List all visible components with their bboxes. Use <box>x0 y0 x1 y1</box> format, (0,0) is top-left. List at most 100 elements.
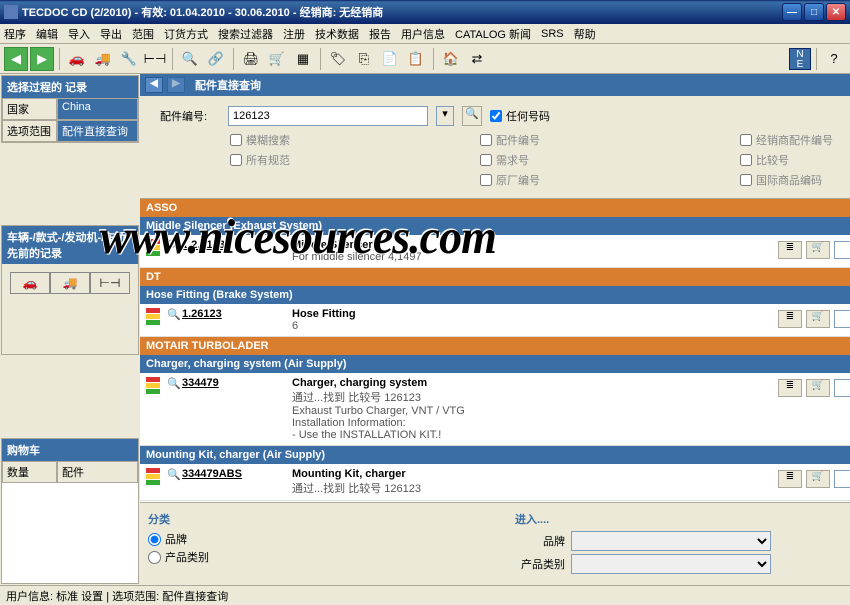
addcart-button[interactable]: 🛒 <box>806 310 830 328</box>
selection-panel-header: 选择过程的 记录 <box>2 76 138 98</box>
menu-item[interactable]: 订货方式 <box>164 26 208 42</box>
menu-item[interactable]: 编辑 <box>36 26 58 42</box>
content-header: ◀ ▶ 配件直接查询 <box>140 74 850 96</box>
menu-item[interactable]: 导入 <box>68 26 90 42</box>
grid-icon[interactable]: ▦ <box>291 47 315 71</box>
qty-input[interactable] <box>834 379 850 397</box>
forward-button[interactable]: ▶ <box>30 47 54 71</box>
brand-header: ASSO <box>140 199 850 217</box>
help-icon[interactable]: ? <box>822 47 846 71</box>
menu-item[interactable]: 范围 <box>132 26 154 42</box>
axle-small-icon[interactable]: ⊢⊣ <box>90 272 130 294</box>
qty-input[interactable] <box>834 310 850 328</box>
qty-input[interactable] <box>834 241 850 259</box>
menu-item[interactable]: 用户信息 <box>401 26 445 42</box>
copy-icon[interactable]: ⎘ <box>352 47 376 71</box>
partno-link[interactable]: 1.26123 <box>182 308 292 320</box>
list-button[interactable]: ≣ <box>778 310 802 328</box>
app-icon <box>4 5 18 19</box>
menu-item[interactable]: 注册 <box>283 26 305 42</box>
addcart-button[interactable]: 🛒 <box>806 379 830 397</box>
partno-link[interactable]: 334479 <box>182 377 292 389</box>
partno-input[interactable] <box>228 106 428 126</box>
close-button[interactable]: ✕ <box>826 3 846 21</box>
brand-radio[interactable]: 品牌 <box>148 531 515 547</box>
truck-icon[interactable]: 🚚 <box>91 47 115 71</box>
car-icon[interactable]: 🚗 <box>65 47 89 71</box>
cart-icon[interactable]: 🛒 <box>265 47 289 71</box>
range-label: 选项范围 <box>2 120 57 142</box>
minimize-button[interactable]: — <box>782 3 802 21</box>
menubar: 程序 编辑 导入 导出 范围 订货方式 搜索过滤器 注册 技术数据 报告 用户信… <box>0 24 850 44</box>
paste-icon[interactable]: 📋 <box>404 47 428 71</box>
menu-item[interactable]: 帮助 <box>574 26 596 42</box>
menu-item[interactable]: 导出 <box>100 26 122 42</box>
car-small-icon[interactable]: 🚗 <box>10 272 50 294</box>
link-icon[interactable]: 🔗 <box>204 47 228 71</box>
addcart-button[interactable]: 🛒 <box>806 241 830 259</box>
menu-item[interactable]: 报告 <box>369 26 391 42</box>
any-number-checkbox[interactable]: 任何号码 <box>490 108 550 124</box>
menu-item[interactable]: 搜索过滤器 <box>218 26 273 42</box>
range-value[interactable]: 配件直接查询 <box>57 120 138 142</box>
menu-item[interactable]: 程序 <box>4 26 26 42</box>
category-group-label: 分类 <box>148 511 515 527</box>
tag-icon[interactable]: 🏷 <box>326 47 350 71</box>
truck-small-icon[interactable]: 🚚 <box>50 272 90 294</box>
menu-item[interactable]: 技术数据 <box>315 26 359 42</box>
news-icon[interactable]: NE <box>789 48 811 70</box>
sidebar: 选择过程的 记录 国家 China 选项范围 配件直接查询 车辆-/款式-/发动… <box>0 74 140 585</box>
category-header: Middle Silencer (Exhaust System) <box>140 217 850 235</box>
zoom-icon[interactable]: 🔍 <box>166 308 182 321</box>
prodtype-select[interactable] <box>571 554 771 574</box>
demand-checkbox[interactable]: 需求号 <box>480 152 600 168</box>
prodtype-radio[interactable]: 产品类别 <box>148 549 515 565</box>
brand-select[interactable] <box>571 531 771 551</box>
back-small-button[interactable]: ◀ <box>145 77 163 93</box>
swap-icon[interactable]: ⇄ <box>465 47 489 71</box>
partno-label: 配件编号: <box>160 108 220 124</box>
result-row: 🔍 334479 Charger, charging system 通过...找… <box>140 373 850 446</box>
zoom-icon[interactable]: 🔍 <box>166 239 182 252</box>
home-icon[interactable]: 🏠 <box>439 47 463 71</box>
qty-input[interactable] <box>834 470 850 488</box>
titlebar: TECDOC CD (2/2010) - 有效: 01.04.2010 - 30… <box>0 0 850 24</box>
result-row: 🔍 1.26123 Hose Fitting6 ≣🛒 <box>140 304 850 337</box>
brand-combo-label: 品牌 <box>515 533 565 549</box>
zoom-icon[interactable]: 🔍 <box>166 377 182 390</box>
axle-icon[interactable]: ⊢⊣ <box>143 47 167 71</box>
result-row: 🔍 1.2.6123 Middle SilencerFor middle sil… <box>140 235 850 268</box>
ean-checkbox[interactable]: 国际商品编码 <box>740 172 850 188</box>
fwd-small-button[interactable]: ▶ <box>167 77 185 93</box>
oem-checkbox[interactable]: 原厂编号 <box>480 172 600 188</box>
list-button[interactable]: ≣ <box>778 241 802 259</box>
partno-link[interactable]: 334479ABS <box>182 468 292 480</box>
country-label: 国家 <box>2 98 57 120</box>
print-icon[interactable]: 🖨 <box>239 47 263 71</box>
search-area: 配件编号: ▾ 🔍 任何号码 模糊搜索 配件编号 经销商配件编号 所有规范 需求… <box>140 96 850 199</box>
allspec-checkbox[interactable]: 所有规范 <box>230 152 340 168</box>
doc-icon[interactable]: 📄 <box>378 47 402 71</box>
list-button[interactable]: ≣ <box>778 379 802 397</box>
search-button[interactable]: 🔍 <box>462 106 482 126</box>
content: ◀ ▶ 配件直接查询 配件编号: ▾ 🔍 任何号码 模糊搜索 配件编号 经销商配… <box>140 74 850 585</box>
back-button[interactable]: ◀ <box>4 47 28 71</box>
partno-link[interactable]: 1.2.6123 <box>182 239 292 251</box>
maximize-button[interactable]: □ <box>804 3 824 21</box>
menu-item[interactable]: CATALOG 新闻 <box>455 26 531 42</box>
addcart-button[interactable]: 🛒 <box>806 470 830 488</box>
zoom-icon[interactable]: 🔍 <box>178 47 202 71</box>
dealer-partno-checkbox[interactable]: 经销商配件编号 <box>740 132 850 148</box>
category-header: Charger, charging system (Air Supply) <box>140 355 850 373</box>
tool-icon[interactable]: 🔧 <box>117 47 141 71</box>
brand-header: DT <box>140 268 850 286</box>
compare-checkbox[interactable]: 比较号 <box>740 152 850 168</box>
partno-filter-checkbox[interactable]: 配件编号 <box>480 132 600 148</box>
dropdown-button[interactable]: ▾ <box>436 106 454 126</box>
list-button[interactable]: ≣ <box>778 470 802 488</box>
category-header: Hose Fitting (Brake System) <box>140 286 850 304</box>
menu-item[interactable]: SRS <box>541 28 564 40</box>
fuzzy-checkbox[interactable]: 模糊搜索 <box>230 132 340 148</box>
country-value[interactable]: China <box>57 98 138 120</box>
zoom-icon[interactable]: 🔍 <box>166 468 182 481</box>
